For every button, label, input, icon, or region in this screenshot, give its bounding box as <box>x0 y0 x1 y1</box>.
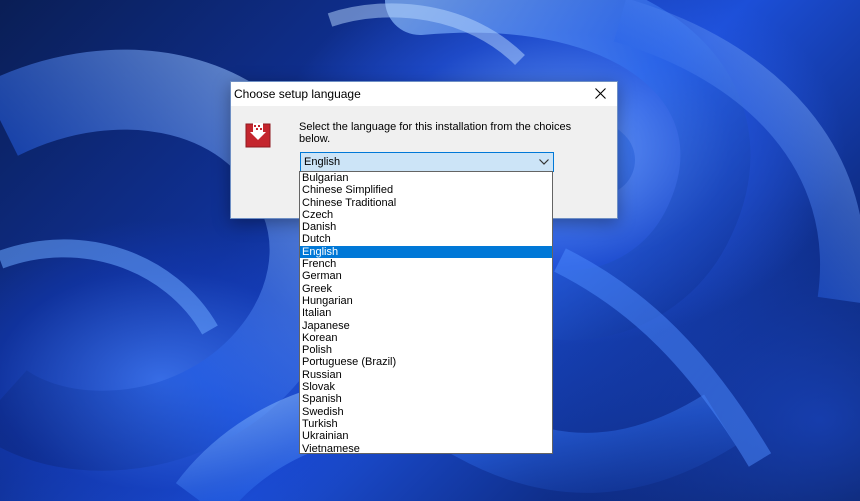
language-option[interactable]: Chinese Simplified <box>300 184 552 196</box>
language-option[interactable]: Dutch <box>300 233 552 245</box>
close-icon <box>595 88 606 99</box>
installer-box-icon <box>245 123 271 148</box>
language-option[interactable]: Slovak <box>300 381 552 393</box>
language-option[interactable]: Danish <box>300 221 552 233</box>
language-option[interactable]: Chinese Traditional <box>300 197 552 209</box>
language-option[interactable]: Vietnamese <box>300 443 552 453</box>
language-option[interactable]: Bulgarian <box>300 172 552 184</box>
language-option[interactable]: Ukrainian <box>300 430 552 442</box>
dialog-title: Choose setup language <box>234 87 361 101</box>
language-combobox[interactable]: English <box>300 152 554 172</box>
close-button[interactable] <box>583 82 617 106</box>
combobox-selected-value: English <box>304 156 341 168</box>
language-option[interactable]: Spanish <box>300 393 552 405</box>
dialog-titlebar[interactable]: Choose setup language <box>231 82 617 106</box>
language-option[interactable]: Korean <box>300 332 552 344</box>
language-option[interactable]: Japanese <box>300 320 552 332</box>
language-option[interactable]: French <box>300 258 552 270</box>
language-option-selected[interactable]: English <box>300 245 552 259</box>
chevron-down-icon <box>539 159 549 165</box>
language-option[interactable]: Turkish <box>300 418 552 430</box>
language-option[interactable]: Polish <box>300 344 552 356</box>
language-dropdown-list[interactable]: Bulgarian Chinese Simplified Chinese Tra… <box>299 171 553 454</box>
language-option[interactable]: Czech <box>300 209 552 221</box>
language-option[interactable]: Hungarian <box>300 295 552 307</box>
language-option[interactable]: Portuguese (Brazil) <box>300 356 552 368</box>
language-option[interactable]: Swedish <box>300 406 552 418</box>
instruction-text: Select the language for this installatio… <box>299 121 572 145</box>
language-option[interactable]: German <box>300 270 552 282</box>
language-option[interactable]: Russian <box>300 369 552 381</box>
language-option[interactable]: Italian <box>300 307 552 319</box>
language-option[interactable]: Greek <box>300 283 552 295</box>
